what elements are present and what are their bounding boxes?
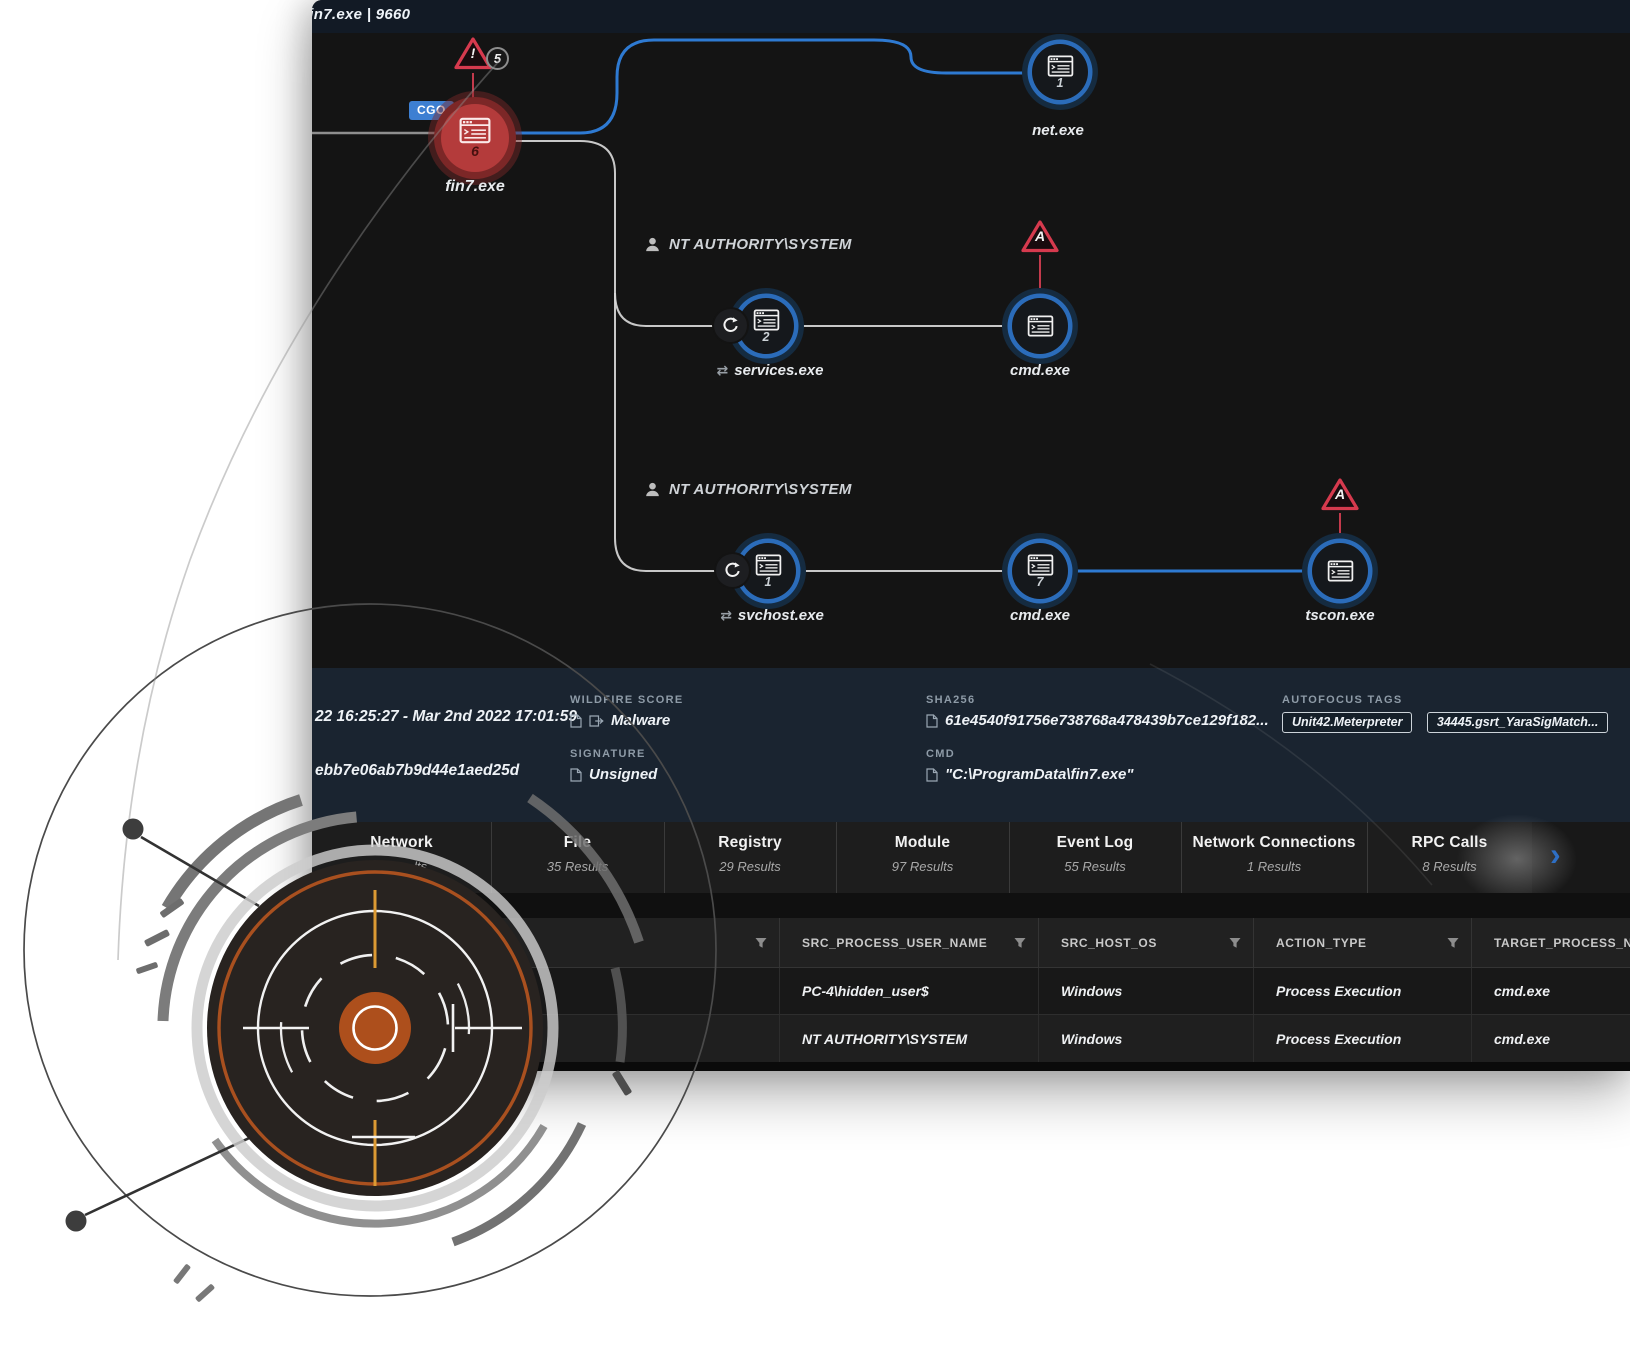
column-header-src-host-os[interactable]: SRC_HOST_OS	[1039, 918, 1254, 967]
process-node-cmd-1[interactable]	[1012, 298, 1068, 354]
table-row[interactable]: PC-4\hidden_user$ Windows Process Execut…	[312, 968, 1630, 1015]
alert-triangle-icon[interactable]: A	[1020, 219, 1060, 254]
tab-divider	[1181, 822, 1182, 893]
tab-module[interactable]: Module97 Results	[836, 822, 1009, 893]
tab-divider	[1367, 822, 1368, 893]
terminal-window-icon	[459, 117, 491, 144]
process-edges	[312, 33, 1630, 668]
sha256-label: SHA256	[926, 694, 975, 706]
hash-value: ebb7e06ab7b9d44e1aed25d	[315, 762, 519, 780]
filter-icon[interactable]	[755, 937, 767, 948]
process-label-net[interactable]: net.exe	[1032, 122, 1084, 139]
signature-value: Unsigned	[570, 766, 657, 783]
terminal-window-icon	[1327, 560, 1354, 582]
filter-icon[interactable]	[1014, 937, 1026, 948]
process-graph[interactable]: ! 5 CGO 6 fin7.exe 1 net.exe NT AUT	[312, 33, 1630, 668]
tab-registry[interactable]: Registry29 Results	[664, 822, 836, 893]
column-header-hidden[interactable]	[312, 918, 780, 967]
cmd-label: CMD	[926, 748, 955, 760]
file-icon	[926, 768, 938, 782]
table-row[interactable]: NT AUTHORITY\SYSTEM Windows Process Exec…	[312, 1015, 1630, 1062]
cycle-icon: ⇄	[717, 363, 729, 379]
autofocus-tags-label: AUTOFOCUS TAGS	[1282, 694, 1402, 706]
cell-src-host-os: Windows	[1039, 968, 1254, 1014]
window-bottom-edge	[312, 1062, 1630, 1071]
chevron-right-icon: ›	[1550, 836, 1561, 873]
signature-label: SIGNATURE	[570, 748, 646, 760]
cell-action-type: Process Execution	[1254, 968, 1472, 1014]
wildfire-score-label: WILDFIRE SCORE	[570, 694, 684, 706]
tab-network[interactable]: Networklts	[312, 822, 491, 893]
cell-target-process-name: cmd.exe	[1472, 1015, 1630, 1062]
process-injection-icon[interactable]	[714, 309, 747, 342]
file-export-icon	[589, 714, 604, 728]
process-label-services[interactable]: ⇄ services.exe	[717, 362, 824, 379]
page: fin7.exe | 9660 ! 5 CGO	[0, 0, 1630, 1345]
alert-count-badge[interactable]: 5	[486, 47, 509, 70]
process-injection-icon[interactable]	[716, 554, 749, 587]
user-icon	[645, 237, 660, 252]
cell-hidden	[312, 968, 780, 1014]
cell-action-type: Process Execution	[1254, 1015, 1472, 1062]
terminal-window-icon	[1027, 554, 1054, 576]
wildfire-score-value: Malware	[570, 712, 670, 729]
window-titlebar: fin7.exe | 9660	[312, 0, 1630, 33]
process-node-fin7[interactable]: 6	[441, 104, 509, 172]
window-title: fin7.exe | 9660	[312, 6, 410, 23]
process-label-tscon[interactable]: tscon.exe	[1305, 607, 1374, 624]
tab-divider	[491, 822, 492, 893]
tab-file[interactable]: File35 Results	[491, 822, 664, 893]
causality-analysis-window: fin7.exe | 9660 ! 5 CGO	[312, 0, 1630, 1071]
process-label-cmd-2[interactable]: cmd.exe	[1010, 607, 1070, 624]
user-context-row: NT AUTHORITY\SYSTEM	[645, 481, 852, 498]
cell-target-process-name: cmd.exe	[1472, 968, 1630, 1014]
process-label-cmd-1[interactable]: cmd.exe	[1010, 362, 1070, 379]
file-icon	[570, 768, 582, 782]
cell-hidden	[312, 1015, 780, 1062]
tab-event-log[interactable]: Event Log55 Results	[1009, 822, 1181, 893]
user-context-row: NT AUTHORITY\SYSTEM	[645, 236, 852, 253]
events-table: SRC_PROCESS_USER_NAME SRC_HOST_OS ACTION…	[312, 918, 1630, 1062]
file-icon	[926, 714, 938, 728]
cell-src-process-user-name: NT AUTHORITY\SYSTEM	[780, 1015, 1039, 1062]
tag-chip[interactable]: 34445.gsrt_YaraSigMatch...	[1427, 712, 1608, 733]
terminal-window-icon	[753, 309, 780, 331]
column-header-src-process-user-name[interactable]: SRC_PROCESS_USER_NAME	[780, 918, 1039, 967]
column-header-target-process-name[interactable]: TARGET_PROCESS_NAME	[1472, 918, 1630, 967]
terminal-window-icon	[1047, 55, 1074, 77]
cycle-icon: ⇄	[720, 608, 732, 624]
tag-chip[interactable]: Unit42.Meterpreter	[1282, 712, 1412, 733]
cmd-value: "C:\ProgramData\fin7.exe"	[926, 766, 1133, 783]
user-icon	[645, 482, 660, 497]
timestamp-value: 22 16:25:27 - Mar 2nd 2022 17:01:59	[315, 708, 577, 726]
cell-src-host-os: Windows	[1039, 1015, 1254, 1062]
sha256-value: 61e4540f91756e738768a478439b7ce129f182..…	[926, 712, 1269, 729]
tab-divider	[664, 822, 665, 893]
terminal-window-icon	[1027, 315, 1054, 337]
filter-icon[interactable]	[1229, 937, 1241, 948]
file-icon	[570, 714, 582, 728]
filter-icon[interactable]	[1447, 937, 1459, 948]
result-tabs-bar: Networklts File35 Results Registry29 Res…	[312, 822, 1630, 893]
process-label-svchost[interactable]: ⇄ svchost.exe	[720, 607, 824, 624]
cell-src-process-user-name: PC-4\hidden_user$	[780, 968, 1039, 1014]
process-node-net[interactable]: 1	[1032, 44, 1088, 100]
process-label-fin7[interactable]: fin7.exe	[445, 178, 505, 196]
table-header-row: SRC_PROCESS_USER_NAME SRC_HOST_OS ACTION…	[312, 918, 1630, 968]
tab-network-connections[interactable]: Network Connections1 Results	[1181, 822, 1367, 893]
process-node-tscon[interactable]	[1312, 543, 1368, 599]
alert-triangle-icon[interactable]: A	[1320, 477, 1360, 512]
process-node-cmd-2[interactable]: 7	[1012, 543, 1068, 599]
terminal-window-icon	[755, 554, 782, 576]
process-details-panel: 22 16:25:27 - Mar 2nd 2022 17:01:59 ebb7…	[312, 668, 1630, 822]
tab-divider	[1009, 822, 1010, 893]
autofocus-tags: Unit42.Meterpreter 34445.gsrt_YaraSigMat…	[1282, 712, 1618, 733]
tabs-scroll-next-button[interactable]: ›	[1532, 822, 1630, 893]
column-header-action-type[interactable]: ACTION_TYPE	[1254, 918, 1472, 967]
tab-divider	[836, 822, 837, 893]
tabs-table-gap	[312, 893, 1630, 918]
